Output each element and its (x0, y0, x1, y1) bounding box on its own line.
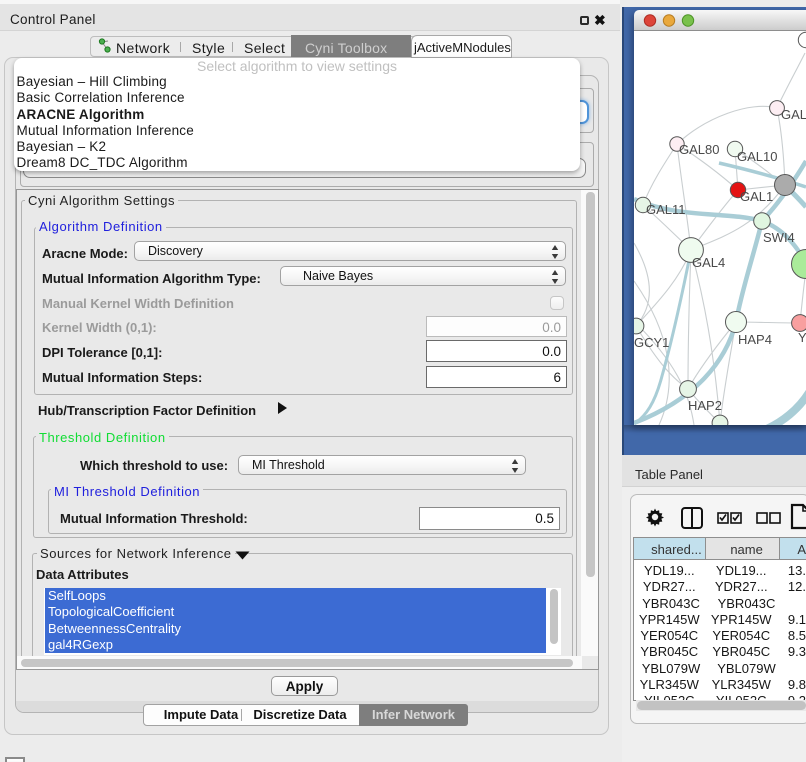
svg-text:GAL4: GAL4 (692, 255, 725, 270)
svg-text:SWI4: SWI4 (763, 230, 795, 245)
svg-text:GAL10: GAL10 (737, 149, 777, 164)
svg-text:GCY1: GCY1 (634, 335, 669, 350)
svg-text:GAL: GAL (781, 107, 806, 122)
svg-text:HAP4: HAP4 (738, 332, 772, 347)
svg-text:GAL80: GAL80 (679, 142, 719, 157)
svg-text:GAL1: GAL1 (740, 189, 773, 204)
svg-text:HAP2: HAP2 (688, 398, 722, 413)
svg-text:Y: Y (798, 330, 806, 345)
svg-text:GAL11: GAL11 (646, 202, 686, 217)
